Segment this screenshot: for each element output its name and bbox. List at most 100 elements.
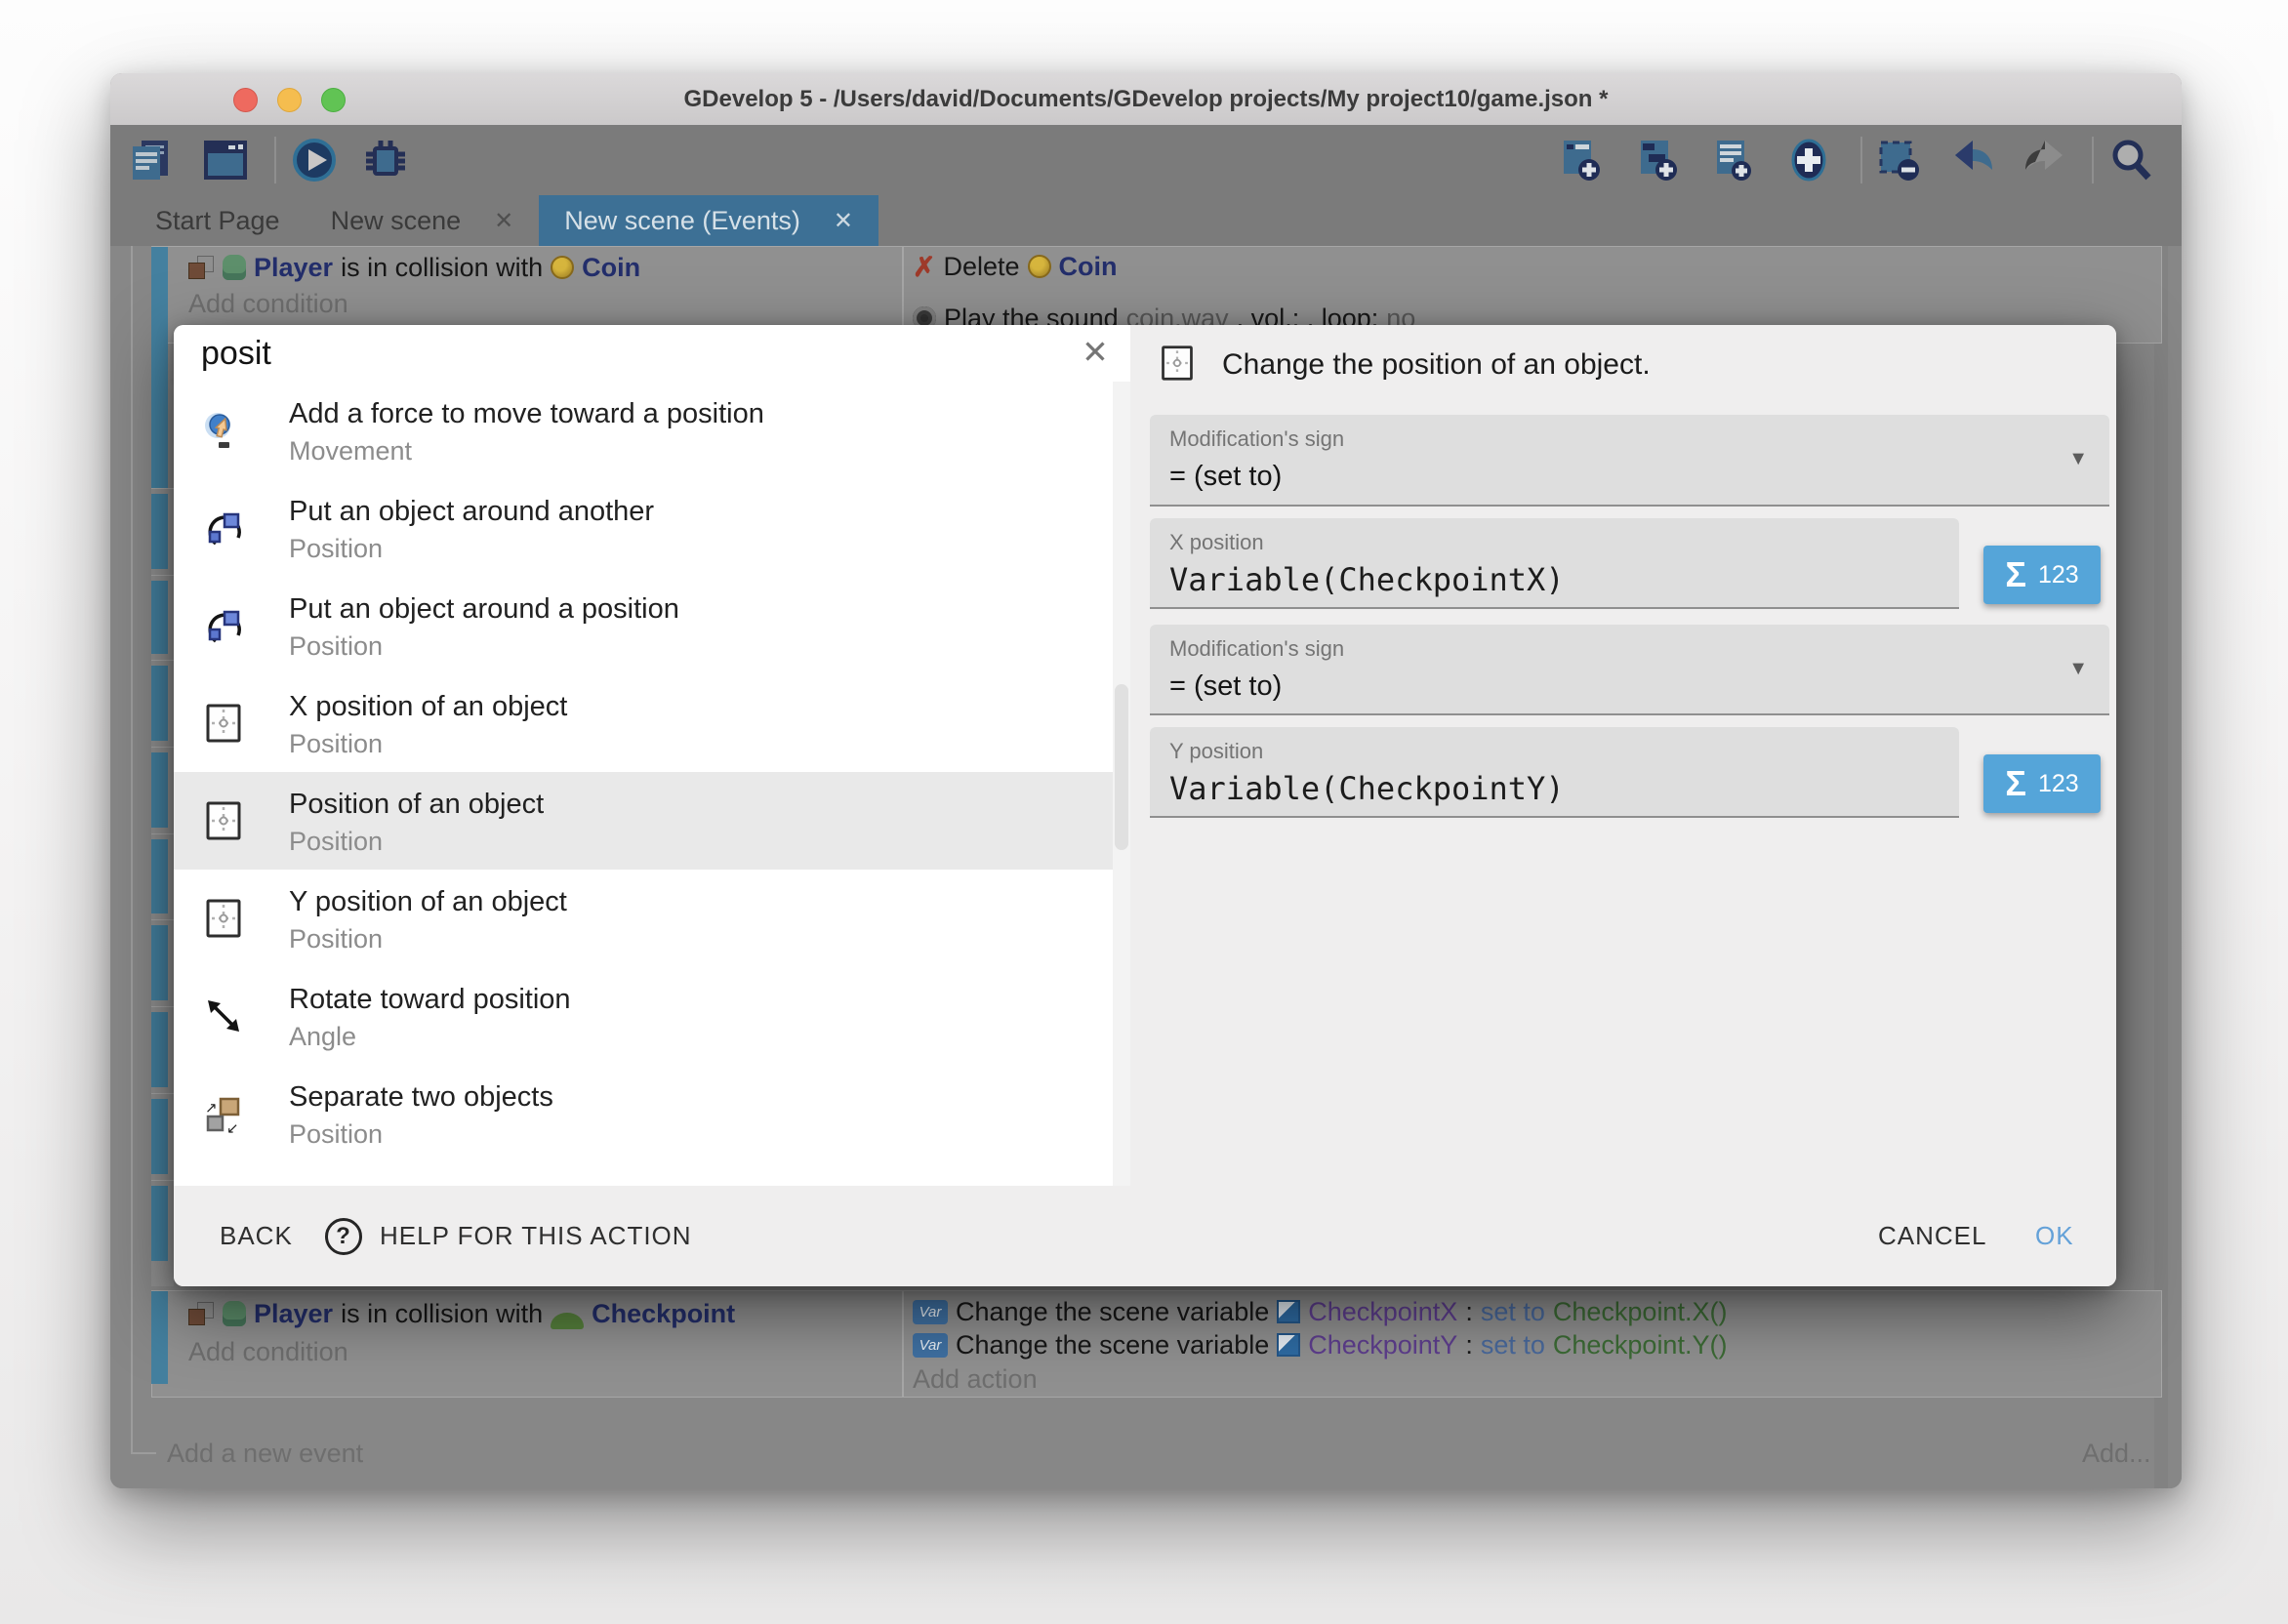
scene-variable-icon <box>1277 1333 1300 1357</box>
expression-button-label: 123 <box>2038 561 2079 589</box>
scene-variable-icon <box>1277 1300 1300 1323</box>
event-selection-bar <box>151 494 168 569</box>
y-position-field[interactable]: Y position Variable(CheckpointY) <box>1150 727 1959 818</box>
field-value: Variable(CheckpointX) <box>1169 561 1565 598</box>
list-item[interactable]: Put an object around a position Position <box>174 577 1130 674</box>
close-tab-icon[interactable]: ✕ <box>494 207 513 235</box>
expression-button-label: 123 <box>2038 770 2079 798</box>
cancel-button[interactable]: CANCEL <box>1878 1186 1986 1286</box>
remove-selection-icon[interactable] <box>1873 135 1924 185</box>
add-action-link[interactable]: Add action <box>913 1364 1038 1395</box>
add-comment-icon[interactable] <box>1709 135 1760 185</box>
list-item[interactable]: Put an object around another Position <box>174 479 1130 577</box>
action-detail-title: Change the position of an object. <box>1222 348 1651 382</box>
undo-icon[interactable] <box>1947 135 1998 185</box>
object-cube-icon <box>188 1302 215 1326</box>
event-selection-bar <box>151 666 168 741</box>
move-toward-icon <box>203 410 244 451</box>
redo-icon[interactable] <box>2020 135 2070 185</box>
search-input[interactable]: posit <box>201 325 271 382</box>
expression-text: Checkpoint.X() <box>1553 1297 1728 1327</box>
modification-sign-select-2[interactable]: Modification's sign = (set to) ▼ <box>1150 625 2109 715</box>
ok-button[interactable]: OK <box>2035 1186 2074 1286</box>
row-separator <box>151 919 175 920</box>
variable-badge-icon: Var <box>913 1300 948 1324</box>
row-separator <box>151 1180 175 1181</box>
event-tree-guide-elbow <box>131 1452 156 1454</box>
object-name: Checkpoint <box>592 1299 735 1329</box>
add-subevent-icon[interactable] <box>1633 135 1684 185</box>
action-text: Delete <box>943 252 1019 282</box>
variable-name: CheckpointX <box>1308 1297 1457 1327</box>
separate-objects-icon: ↗↙ <box>203 1093 244 1134</box>
list-item[interactable]: X position of an object Position <box>174 674 1130 772</box>
field-label: X position <box>1169 530 1264 555</box>
search-bar[interactable]: posit ✕ <box>174 325 1130 382</box>
object-name: Coin <box>1059 252 1118 282</box>
y-expression-editor-button[interactable]: Σ 123 <box>1983 754 2101 813</box>
list-item[interactable]: Y position of an object Position <box>174 870 1130 967</box>
event-selection-bar <box>151 752 168 828</box>
action-title: X position of an object <box>289 691 567 723</box>
x-expression-editor-button[interactable]: Σ 123 <box>1983 546 2101 604</box>
tab-start-page[interactable]: Start Page <box>130 195 306 246</box>
debug-icon[interactable] <box>359 135 410 185</box>
list-item-selected[interactable]: Position of an object Position <box>174 772 1113 870</box>
add-new-event-link[interactable]: Add a new event <box>167 1439 363 1469</box>
list-scrollbar-thumb[interactable] <box>1115 684 1128 850</box>
put-around-icon <box>203 605 244 646</box>
list-scrollbar[interactable] <box>1113 382 1130 1186</box>
condition-row[interactable]: Player is in collision with Checkpoint <box>188 1298 735 1329</box>
colon: : <box>1465 1297 1473 1327</box>
event-selection-bar <box>151 1291 168 1384</box>
search-icon[interactable] <box>2105 135 2156 185</box>
condition-row[interactable]: Player is in collision with Coin <box>188 252 640 283</box>
action-text: Change the scene variable <box>956 1297 1269 1327</box>
clear-search-icon[interactable]: ✕ <box>1074 325 1117 382</box>
desktop: GDevelop 5 - /Users/david/Documents/GDev… <box>0 0 2288 1624</box>
list-item[interactable]: ↗↙ Separate two objects Position <box>174 1065 1130 1162</box>
tab-new-scene[interactable]: New scene ✕ <box>306 195 540 246</box>
event-tree-guide <box>131 246 133 1453</box>
help-button[interactable]: ? <box>325 1186 362 1286</box>
add-condition-link[interactable]: Add condition <box>188 289 348 319</box>
action-row[interactable]: ✗ Delete Coin <box>913 251 1118 282</box>
list-item[interactable]: Add a force to move toward a position Mo… <box>174 382 1130 479</box>
delete-cross-icon: ✗ <box>913 251 935 283</box>
row-separator <box>151 660 175 661</box>
coin-icon <box>551 256 574 279</box>
condition-text: is in collision with <box>341 253 543 283</box>
add-condition-link[interactable]: Add condition <box>188 1337 348 1367</box>
action-title: Put an object around another <box>289 496 654 528</box>
add-more-link[interactable]: Add... <box>2082 1439 2151 1469</box>
project-manager-icon[interactable] <box>125 135 176 185</box>
action-title: Add a force to move toward a position <box>289 398 764 430</box>
tab-label: New scene (Events) <box>564 206 800 236</box>
tab-label: Start Page <box>155 206 280 236</box>
action-text: Change the scene variable <box>956 1330 1269 1360</box>
action-row[interactable]: Var Change the scene variable Checkpoint… <box>913 1296 1727 1327</box>
event-selection-bar <box>151 925 168 1000</box>
action-group: Position <box>289 631 383 662</box>
add-event-icon[interactable] <box>1556 135 1607 185</box>
gdevelop-window: GDevelop 5 - /Users/david/Documents/GDev… <box>110 73 2182 1488</box>
action-row[interactable]: Var Change the scene variable Checkpoint… <box>913 1329 1727 1360</box>
action-title: Separate two objects <box>289 1081 553 1114</box>
put-around-icon <box>203 508 244 548</box>
modification-sign-select-1[interactable]: Modification's sign = (set to) ▼ <box>1150 415 2109 507</box>
close-tab-icon[interactable]: ✕ <box>834 207 853 235</box>
list-item[interactable]: Rotate toward position Angle <box>174 967 1130 1065</box>
x-position-field[interactable]: X position Variable(CheckpointX) <box>1150 518 1959 609</box>
action-group: Position <box>289 534 383 564</box>
back-button[interactable]: BACK <box>220 1186 293 1286</box>
field-label: Modification's sign <box>1169 636 1344 662</box>
field-value: = (set to) <box>1169 670 1282 703</box>
play-icon[interactable] <box>289 135 340 185</box>
scene-editor-icon[interactable] <box>200 135 251 185</box>
toolbar-divider <box>1860 137 1862 183</box>
variable-badge-icon: Var <box>913 1333 948 1358</box>
add-circle-icon[interactable] <box>1783 135 1834 185</box>
help-button-label[interactable]: HELP FOR THIS ACTION <box>380 1186 692 1286</box>
tab-new-scene-events[interactable]: New scene (Events) ✕ <box>539 195 878 246</box>
coin-icon <box>1028 255 1051 278</box>
